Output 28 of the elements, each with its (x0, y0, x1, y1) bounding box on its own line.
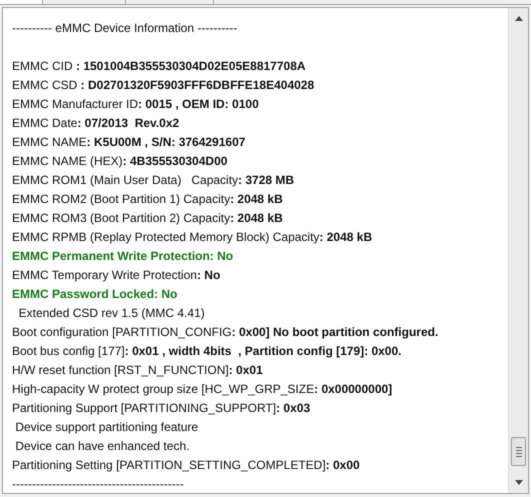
info-line: EMMC CSD : D02701320F5903FFF6DBFFE18E404028 (12, 77, 314, 94)
info-line: EMMC Date: 07/2013 Rev.0x2 (12, 115, 180, 132)
info-line: EMMC NAME: K5U00M , S/N: 3764291607 (12, 134, 246, 151)
info-line: Device support partitioning feature (14, 419, 198, 436)
info-line: EMMC RPMB (Replay Protected Memory Block) Capacity: 2048 kB (12, 229, 372, 246)
info-line: Extended CSD rev 1.5 (MMC 4.41) (18, 305, 205, 322)
info-line: EMMC ROM2 (Boot Partition 1) Capacity: 2048 kB (12, 191, 283, 208)
info-line: EMMC Password Locked: No (12, 286, 178, 303)
info-line: EMMC CID : 1501004B355530304D02E05E8817708A (12, 58, 306, 75)
info-line: Device can have enhanced tech. (14, 438, 190, 455)
info-line: EMMC ROM1 (Main User Data) Capacity: 3728 MB (12, 172, 294, 189)
info-line: High-capacity W protect group size [HC_WP_GRP_SIZE: 0x00000000] (12, 381, 392, 398)
info-line: EMMC Temporary Write Protection: No (12, 267, 220, 284)
info-line: Boot bus config [177]: 0x01 , width 4bits , Partition config [179]: 0x00. (12, 343, 402, 360)
info-line: H/W reset function [RST_N_FUNCTION]: 0x01 (12, 362, 263, 379)
scroll-thumb[interactable] (511, 437, 526, 466)
scroll-down-icon[interactable] (514, 480, 522, 485)
info-line: EMMC ROM3 (Boot Partition 2) Capacity: 2048 kB (12, 210, 283, 227)
info-line: Partitioning Setting [PARTITION_SETTING_COMPLETED]: 0x00 (12, 457, 360, 474)
info-line: Partitioning Support [PARTITIONING_SUPPORT]: 0x03 (12, 400, 310, 417)
scroll-up-icon[interactable] (514, 16, 522, 21)
divider-text: ------------------------------------------- (12, 476, 184, 493)
section-header: ---------- eMMC Device Information ---------- (12, 20, 238, 37)
info-line: EMMC Permanent Write Protection: No (12, 248, 234, 265)
info-line: Boot configuration [PARTITION_CONFIG: 0x00] No boot partition configured. (12, 324, 438, 341)
info-line: EMMC NAME (HEX): 4B355530304D00 (12, 153, 228, 170)
scrollbar[interactable] (508, 8, 528, 493)
info-line: EMMC Manufacturer ID: 0015 , OEM ID: 0100 (12, 96, 259, 113)
